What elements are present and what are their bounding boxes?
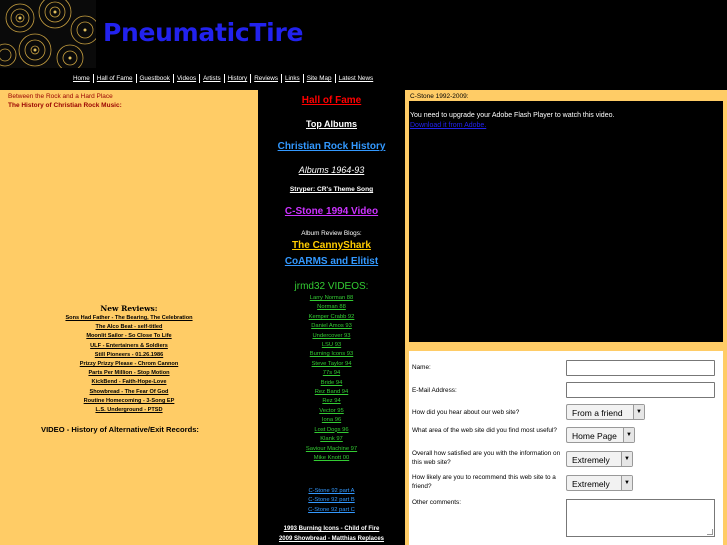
middle-column: Hall of Fame Top Albums Christian Rock H… [258, 90, 405, 545]
video-link[interactable]: Daniel Amos 93 [258, 322, 405, 331]
nav-item-guestbook[interactable]: Guestbook [135, 74, 173, 83]
video-link[interactable]: LSU 93 [258, 341, 405, 350]
review-link[interactable]: Still Pioneers - 01.26.1986 [0, 351, 258, 360]
nav-item-home[interactable]: Home [70, 74, 93, 83]
video-links-list: Larry Norman 88 Norman 88 Kemper Crabb 9… [258, 294, 405, 463]
videos-heading: jrmd32 VIDEOS: [294, 281, 369, 292]
christian-rock-history-link[interactable]: Christian Rock History [258, 141, 405, 152]
area-label: What area of the web site did you find m… [412, 427, 557, 434]
name-label: Name: [412, 364, 431, 371]
history-subtitle: The History of Christian Rock Music: [8, 102, 122, 109]
name-field[interactable] [566, 360, 715, 376]
cannyshark-link[interactable]: The CannyShark [258, 240, 405, 251]
chevron-down-icon: ▼ [623, 428, 634, 442]
site-title: PneumaticTire [103, 18, 304, 47]
recommend-label: How likely are you to recommend this web… [412, 474, 556, 490]
flash-download-link[interactable]: Download it from Adobe. [410, 122, 486, 129]
video-link[interactable]: Klank 97 [258, 435, 405, 444]
review-link[interactable]: Moonlit Sailor - So Close To Life [0, 332, 258, 341]
satisfied-select-value: Extremely [572, 455, 610, 465]
nav-item-videos[interactable]: Videos [172, 74, 199, 83]
flash-video-player[interactable]: You need to upgrade your Adobe Flash Pla… [409, 101, 723, 342]
chevron-down-icon: ▼ [633, 405, 644, 419]
review-link[interactable]: Showbread - The Fear Of God [0, 388, 258, 397]
nav-item-artists[interactable]: Artists [199, 74, 224, 83]
logo-pattern-icon [0, 0, 96, 68]
tagline: Between the Rock and a Hard Place [8, 93, 113, 100]
new-reviews-heading: New Reviews: [100, 304, 158, 313]
coarms-link[interactable]: CoARMS and Elitist [258, 256, 405, 267]
video-link[interactable]: Norman 88 [258, 303, 405, 312]
video-link[interactable]: Saviour Machine 97 [258, 445, 405, 454]
nav-item-hall-of-fame[interactable]: Hall of Fame [92, 74, 136, 83]
video-link[interactable]: Larry Norman 88 [258, 294, 405, 303]
video-link[interactable]: Vector 95 [258, 407, 405, 416]
burning-icons-link[interactable]: 1993 Burning Icons - Child of Fire [258, 526, 405, 532]
showbread-link[interactable]: 2009 Showbread - Matthias Replaces [258, 536, 405, 542]
video-heading: VIDEO - History of Alternative/Exit Reco… [41, 425, 199, 434]
comments-textarea[interactable] [566, 499, 715, 537]
hear-select[interactable]: From a friend ▼ [566, 404, 645, 420]
survey-form: Name: E-Mail Address: How did you hear a… [409, 351, 723, 545]
satisfied-label: Overall how satisfied are you with the i… [412, 450, 561, 466]
video-link[interactable]: Rez 94 [258, 397, 405, 406]
nav-item-history[interactable]: History [223, 74, 251, 83]
left-column: Between the Rock and a Hard Place The Hi… [0, 90, 258, 545]
review-link[interactable]: Routine Homecoming - 3-Song EP [0, 397, 258, 406]
video-link[interactable]: Steve Taylor 94 [258, 360, 405, 369]
nav-item-latest-news[interactable]: Latest News [334, 74, 377, 83]
cstone-1994-video-link[interactable]: C-Stone 1994 Video [258, 206, 405, 217]
video-link[interactable]: Lost Dogs 96 [258, 426, 405, 435]
video-link[interactable]: Iona 96 [258, 416, 405, 425]
album-review-blogs-label: Album Review Blogs: [301, 230, 362, 237]
review-link[interactable]: Prizzy Prizzy Please - Chrom Cannon [0, 360, 258, 369]
site-logo [0, 0, 96, 68]
resize-grip-icon[interactable] [707, 529, 713, 535]
recommend-select-value: Extremely [572, 479, 610, 489]
email-field[interactable] [566, 382, 715, 398]
albums-range-link[interactable]: Albums 1964-93 [258, 165, 405, 175]
cstone-part-link[interactable]: C-Stone 92 part C [258, 506, 405, 515]
cstone-part-link[interactable]: C-Stone 92 part B [258, 496, 405, 505]
satisfied-select[interactable]: Extremely ▼ [566, 451, 633, 467]
review-link[interactable]: ULF - Entertainers & Soldiers [0, 342, 258, 351]
video-link[interactable]: Mike Knott 00 [258, 454, 405, 463]
stryper-link[interactable]: Stryper: CR's Theme Song [258, 186, 405, 193]
new-reviews-list: New Reviews: Sons Had Father - The Beari… [0, 304, 258, 415]
video-link[interactable]: 77s 94 [258, 369, 405, 378]
video-link[interactable]: Burning Icons 93 [258, 350, 405, 359]
hall-of-fame-link[interactable]: Hall of Fame [258, 95, 405, 106]
nav-item-links[interactable]: Links [281, 74, 303, 83]
right-column: C-Stone 1992-2009: You need to upgrade y… [405, 90, 727, 545]
cstone-parts-list: C-Stone 92 part A C-Stone 92 part B C-St… [258, 487, 405, 515]
cstone-part-link[interactable]: C-Stone 92 part A [258, 487, 405, 496]
video-link[interactable]: Bride 94 [258, 379, 405, 388]
review-link[interactable]: The Alco Beat - self-titled [0, 323, 258, 332]
review-link[interactable]: KickBend - Faith-Hope-Love [0, 378, 258, 387]
chevron-down-icon: ▼ [621, 452, 632, 466]
review-link[interactable]: Sons Had Father - The Bearing, The Celeb… [0, 314, 258, 323]
video-link[interactable]: Kemper Crabb 92 [258, 313, 405, 322]
review-link[interactable]: L.S. Underground - PTSD [0, 406, 258, 415]
flash-upgrade-message: You need to upgrade your Adobe Flash Pla… [410, 112, 615, 119]
nav-item-site-map[interactable]: Site Map [302, 74, 335, 83]
video-caption: C-Stone 1992-2009: [410, 93, 469, 100]
hear-select-value: From a friend [572, 408, 623, 418]
top-nav: Home Hall of Fame Guestbook Videos Artis… [0, 70, 727, 90]
video-link[interactable]: Rez Band 94 [258, 388, 405, 397]
top-albums-link[interactable]: Top Albums [258, 119, 405, 129]
video-link[interactable]: Undercover 93 [258, 332, 405, 341]
review-link[interactable]: Parts Per Million - Stop Motion [0, 369, 258, 378]
email-label: E-Mail Address: [412, 387, 457, 394]
recommend-select[interactable]: Extremely ▼ [566, 475, 633, 491]
comments-label: Other comments: [412, 499, 462, 506]
area-select[interactable]: Home Page ▼ [566, 427, 635, 443]
nav-item-reviews[interactable]: Reviews [250, 74, 281, 83]
hear-label: How did you hear about our web site? [412, 409, 520, 416]
area-select-value: Home Page [572, 431, 617, 441]
chevron-down-icon: ▼ [621, 476, 632, 490]
